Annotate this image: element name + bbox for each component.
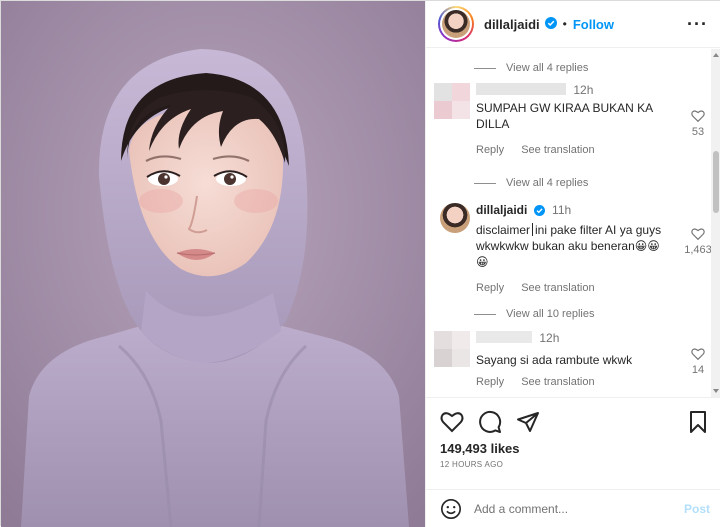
- commenter-avatar[interactable]: [440, 203, 470, 233]
- post-photo[interactable]: [1, 1, 425, 527]
- comment-like: 53: [684, 109, 712, 138]
- verified-badge-icon: [544, 16, 557, 32]
- comment-input[interactable]: [474, 501, 664, 516]
- heart-icon[interactable]: [440, 410, 464, 434]
- avatar-image: [440, 203, 470, 233]
- post-header: dillaljaidi • Follow ···: [426, 1, 720, 48]
- comment-like-count: 1,463: [684, 244, 712, 256]
- follow-button[interactable]: Follow: [573, 17, 614, 32]
- comment-time: 12h: [573, 83, 594, 97]
- reply-button[interactable]: Reply: [476, 144, 504, 156]
- verified-badge-icon: [533, 205, 545, 220]
- instagram-post-modal: dillaljaidi • Follow ··· View all 4 repl…: [0, 0, 720, 527]
- reply-button[interactable]: Reply: [476, 376, 504, 388]
- comment-text: SUMPAH GW KIRAA BUKAN KA DILLA: [476, 101, 653, 131]
- share-icon[interactable]: [516, 410, 540, 434]
- comment-like-count: 53: [691, 126, 705, 138]
- view-replies-label: View all 4 replies: [506, 62, 589, 74]
- view-replies-link[interactable]: View all 4 replies: [474, 177, 588, 189]
- post-comment-button[interactable]: Post: [684, 502, 710, 516]
- comments-scrollbar[interactable]: [711, 49, 720, 397]
- comment-text: Sayang si ada rambute wkwk: [476, 353, 633, 367]
- view-replies-label: View all 10 replies: [506, 308, 595, 320]
- comment-item: 12h SUMPAH GW KIRAA BUKAN KA DILLA Reply…: [434, 83, 712, 163]
- comment-username[interactable]: dillaljaidi: [476, 203, 527, 217]
- replies-line: [474, 313, 496, 315]
- bookmark-icon[interactable]: [686, 410, 710, 434]
- view-replies-link[interactable]: View all 10 replies: [474, 308, 594, 320]
- profile-avatar[interactable]: [438, 6, 474, 42]
- comment-text-part: disclaimer: [476, 223, 531, 237]
- avatar-image: [442, 10, 470, 38]
- replies-line: [474, 67, 496, 69]
- comment-item: dillaljaidi 11h disclaimer ini pake filte…: [434, 203, 712, 303]
- comment-icon[interactable]: [478, 410, 502, 434]
- header-separator: •: [562, 17, 567, 31]
- commenter-avatar[interactable]: [434, 331, 470, 367]
- comment-text: disclaimer ini pake filter AI ya guys wkw…: [476, 222, 666, 270]
- comment-composer: Post: [426, 489, 720, 527]
- heart-icon[interactable]: [691, 227, 705, 240]
- scroll-down-arrow-icon[interactable]: [713, 389, 719, 393]
- scroll-up-arrow-icon[interactable]: [713, 53, 719, 57]
- text-cursor: [532, 223, 534, 236]
- comment-like: 14: [684, 347, 712, 376]
- comment-time: 12h: [539, 331, 560, 345]
- likes-count[interactable]: 149,493 likes: [440, 441, 520, 456]
- comment-like-count: 14: [691, 364, 705, 376]
- reply-button[interactable]: Reply: [476, 282, 504, 294]
- scrollbar-thumb[interactable]: [713, 151, 719, 213]
- comment-time: 11h: [552, 203, 572, 217]
- comment-item: 12h Sayang si ada rambute wkwk Reply See…: [434, 331, 712, 397]
- blurred-username[interactable]: [476, 331, 532, 343]
- portrait-image: [1, 1, 425, 527]
- view-replies-link[interactable]: View all 4 replies: [474, 62, 588, 74]
- post-action-bar: 149,493 likes 12 HOURS AGO: [426, 397, 720, 497]
- comment-like: 1,463: [681, 227, 715, 256]
- see-translation-link[interactable]: See translation: [521, 282, 594, 294]
- heart-icon[interactable]: [691, 347, 705, 360]
- comments-list[interactable]: View all 4 replies 12h SUMPAH GW KIRAA B…: [426, 49, 720, 397]
- post-timestamp: 12 HOURS AGO: [440, 460, 504, 469]
- author-username[interactable]: dillaljaidi: [484, 17, 540, 32]
- view-replies-label: View all 4 replies: [506, 177, 589, 189]
- more-options-icon[interactable]: ···: [687, 15, 708, 33]
- emoji-icon[interactable]: [440, 498, 462, 520]
- commenter-avatar[interactable]: [434, 83, 470, 119]
- post-side-panel: dillaljaidi • Follow ··· View all 4 repl…: [425, 1, 720, 527]
- see-translation-link[interactable]: See translation: [521, 144, 594, 156]
- heart-icon[interactable]: [691, 109, 705, 122]
- replies-line: [474, 182, 496, 184]
- see-translation-link[interactable]: See translation: [521, 376, 594, 388]
- blurred-username[interactable]: [476, 83, 566, 95]
